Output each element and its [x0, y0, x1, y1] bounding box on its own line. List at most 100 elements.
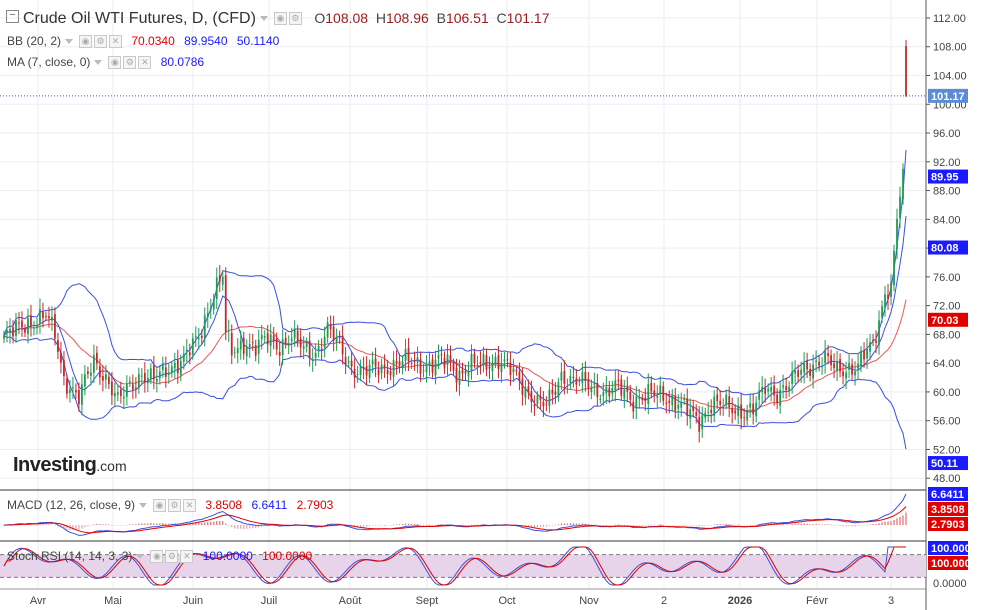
macd-hist-bar — [641, 525, 643, 526]
macd-hist-bar — [674, 525, 676, 526]
macd-hist-bar — [117, 525, 119, 526]
macd-hist-bar — [803, 523, 805, 526]
candle-body — [716, 394, 719, 402]
eye-icon[interactable]: ◉ — [153, 499, 167, 513]
eye-icon[interactable]: ◉ — [150, 550, 164, 564]
macd-hist-value: 3.8508 — [205, 498, 243, 512]
macd-hist-bar — [836, 525, 838, 526]
macd-hist-bar — [605, 525, 607, 526]
candle-body — [332, 326, 335, 341]
macd-hist-bar — [407, 523, 410, 526]
candle-body — [902, 168, 904, 200]
candle-body — [164, 367, 167, 378]
candle-body — [725, 394, 728, 405]
macd-hist-bar — [383, 525, 386, 526]
candle-body — [872, 339, 874, 341]
gear-icon[interactable]: ⚙ — [168, 499, 182, 513]
candle-body — [176, 359, 179, 374]
candle-body — [134, 387, 137, 389]
candle-body — [899, 196, 901, 219]
candle-body — [155, 378, 158, 382]
macd-hist-bar — [249, 525, 251, 529]
candle-body — [392, 360, 395, 377]
macd-hist-bar — [659, 524, 661, 526]
eye-icon[interactable]: ◉ — [79, 35, 93, 49]
macd-hist-bar — [45, 524, 47, 526]
candle-body — [374, 358, 377, 367]
macd-hist-bar — [557, 524, 559, 526]
candle-body — [467, 371, 470, 377]
gear-icon[interactable]: ⚙ — [123, 56, 137, 70]
candle-body — [48, 316, 50, 319]
candle-body — [368, 364, 371, 378]
macd-hist-bar — [539, 525, 542, 527]
macd-hist-bar — [896, 518, 898, 526]
macd-hist-bar — [81, 525, 83, 529]
macd-hist-bar — [360, 525, 362, 527]
candle-body — [302, 346, 305, 350]
close-icon[interactable]: ✕ — [180, 550, 194, 564]
macd-hist-bar — [746, 525, 748, 526]
candle-body — [683, 398, 686, 400]
candle-body — [116, 392, 119, 395]
candle-body — [470, 354, 473, 371]
gear-icon[interactable]: ⚙ — [165, 550, 179, 564]
macd-hist-bar — [560, 523, 562, 526]
macd-hist-bar — [692, 525, 694, 526]
candle-body — [308, 340, 311, 359]
macd-hist-bar — [228, 525, 230, 526]
candle-body — [57, 340, 59, 352]
candle-body — [296, 330, 299, 342]
macd-hist-bar — [782, 524, 784, 526]
macd-hist-bar — [635, 525, 637, 526]
candle-body — [848, 362, 850, 370]
macd-hist-bar — [102, 524, 104, 526]
candle-body — [755, 402, 758, 417]
close-icon[interactable]: ✕ — [109, 35, 123, 49]
eye-icon[interactable]: ◉ — [108, 56, 122, 70]
macd-hist-bar — [614, 524, 616, 526]
chart-canvas[interactable]: 112.00108.00104.00100.0096.0092.0088.008… — [0, 0, 985, 610]
macd-hist-bar — [704, 525, 706, 526]
candle-body — [344, 357, 347, 365]
candle-body — [446, 354, 449, 365]
chevron-down-icon[interactable] — [259, 16, 268, 22]
candle-body — [671, 395, 674, 406]
macd-hist-bar — [629, 525, 631, 526]
candle-body — [362, 366, 365, 369]
candle-body — [560, 371, 563, 381]
macd-hist-bar — [129, 524, 131, 526]
macd-hist-bar — [710, 525, 712, 526]
bb-legend: BB (20, 2) ◉ ⚙ ✕ 70.0340 89.9540 50.1140 — [7, 34, 280, 49]
close-icon[interactable]: ✕ — [138, 56, 152, 70]
candle-body — [353, 368, 356, 378]
candle-body — [395, 360, 398, 364]
candle-body — [96, 352, 98, 364]
macd-hist-bar — [743, 525, 745, 526]
candle-body — [431, 359, 434, 373]
candle-body — [365, 366, 368, 376]
close-icon[interactable]: ✕ — [183, 499, 197, 513]
stoch-tag: 100.0000 — [931, 543, 977, 555]
candle-body — [851, 364, 853, 375]
eye-icon[interactable]: ◉ — [273, 12, 287, 26]
candle-body — [182, 353, 185, 362]
collapse-icon[interactable]: − — [6, 10, 19, 24]
macd-hist-bar — [431, 525, 434, 526]
candle-body — [233, 352, 236, 354]
macd-hist-bar — [93, 524, 95, 526]
gear-icon[interactable]: ⚙ — [288, 12, 302, 26]
gear-icon[interactable]: ⚙ — [94, 35, 108, 49]
macd-hist-bar — [680, 525, 682, 526]
candle-body — [743, 417, 746, 419]
candle-body — [194, 336, 197, 338]
candle-body — [596, 383, 599, 398]
candle-body — [131, 384, 134, 390]
macd-hist-bar — [120, 525, 122, 526]
x-tick-label: 2 — [661, 595, 667, 607]
macd-hist-bar — [812, 524, 814, 526]
candle-body — [788, 386, 791, 392]
macd-hist-bar — [363, 525, 365, 527]
y-tick-label: 96.00 — [933, 128, 961, 140]
candle-body — [78, 389, 80, 405]
